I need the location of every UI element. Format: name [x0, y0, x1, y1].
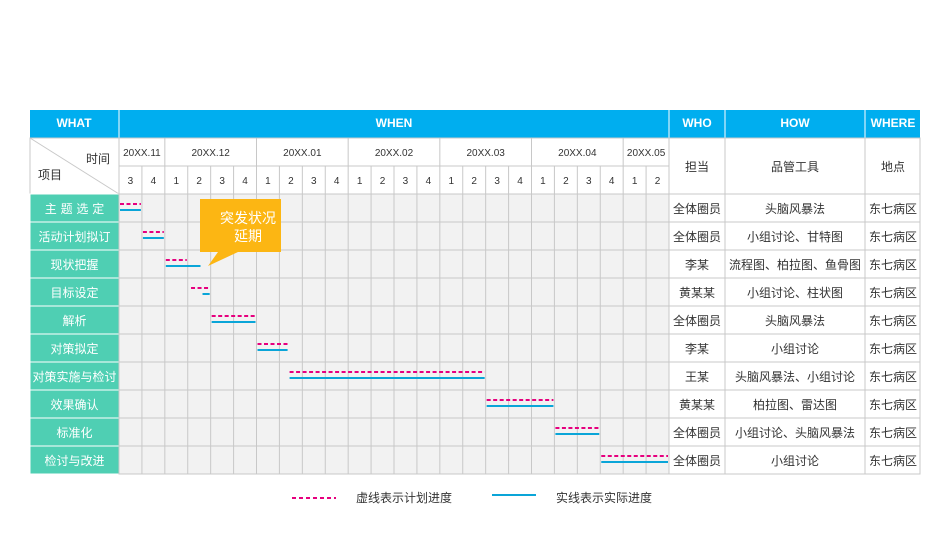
header-where: WHERE	[871, 116, 916, 130]
week-label: 3	[586, 176, 592, 187]
task-tool: 柏拉图、雷达图	[753, 397, 837, 412]
task-name: 效果确认	[50, 397, 98, 412]
week-label: 1	[449, 176, 455, 187]
header-when: WHEN	[376, 116, 413, 130]
task-place: 东七病区	[869, 257, 917, 272]
task-owner: 王某	[685, 370, 709, 384]
task-owner: 全体圈员	[673, 313, 721, 328]
tool-header: 品管工具	[771, 159, 819, 174]
task-owner: 全体圈员	[673, 229, 721, 244]
task-owner: 全体圈员	[673, 425, 721, 440]
task-name: 活动计划拟订	[38, 230, 110, 244]
week-label: 4	[242, 176, 248, 187]
week-label: 2	[380, 176, 386, 187]
week-label: 4	[517, 176, 523, 187]
task-owner: 黄某某	[679, 398, 715, 412]
item-label: 项目	[38, 168, 62, 182]
task-name: 现状把握	[50, 257, 98, 272]
task-owner: 全体圈员	[673, 201, 721, 216]
month-label: 20XX.01	[283, 148, 322, 159]
task-place: 东七病区	[869, 285, 917, 300]
callout-line1: 突发状况	[220, 211, 276, 227]
week-label: 2	[288, 176, 294, 187]
header-who: WHO	[682, 116, 711, 130]
week-label: 2	[471, 176, 477, 187]
task-name: 检讨与改进	[44, 453, 104, 468]
task-place: 东七病区	[869, 397, 917, 412]
task-place: 东七病区	[869, 201, 917, 216]
month-label: 20XX.04	[558, 148, 597, 159]
task-tool: 小组讨论、头脑风暴法	[735, 426, 855, 440]
task-owner: 黄某某	[679, 286, 715, 300]
week-label: 3	[494, 176, 500, 187]
callout-line2: 延期	[234, 229, 262, 245]
task-tool: 小组讨论	[771, 342, 819, 356]
task-name: 对策拟定	[50, 341, 98, 356]
task-owner: 李某	[685, 257, 709, 272]
week-label: 1	[174, 176, 180, 187]
place-header: 地点	[881, 160, 905, 174]
month-label: 20XX.02	[375, 148, 414, 159]
month-label: 20XX.11	[123, 148, 161, 159]
task-place: 东七病区	[869, 369, 917, 384]
legend: 虚线表示计划进度 实线表示实际进度	[292, 490, 652, 505]
task-tool: 头脑风暴法、小组讨论	[735, 370, 855, 384]
month-label: 20XX.12	[191, 148, 230, 159]
time-label: 时间	[86, 152, 110, 166]
task-place: 东七病区	[869, 453, 917, 468]
month-label: 20XX.03	[466, 148, 505, 159]
task-tool: 头脑风暴法	[765, 202, 825, 216]
week-label: 4	[609, 176, 615, 187]
task-name: 目标设定	[50, 285, 98, 300]
task-place: 东七病区	[869, 229, 917, 244]
week-label: 2	[563, 176, 569, 187]
task-name: 解析	[62, 314, 86, 328]
month-label: 20XX.05	[627, 148, 666, 159]
task-name: 标准化	[56, 426, 92, 440]
week-label: 1	[540, 176, 546, 187]
gantt-chart: WHAT WHEN WHO HOW WHERE 时间 项目 担当 品管工具 地点…	[29, 110, 921, 505]
legend-actual-label: 实线表示实际进度	[556, 490, 652, 505]
week-label: 1	[265, 176, 271, 187]
header-what: WHAT	[56, 116, 92, 130]
week-label: 4	[334, 176, 340, 187]
task-place: 东七病区	[869, 341, 917, 356]
task-owner: 全体圈员	[673, 453, 721, 468]
task-rows: 主 题 选 定全体圈员 头脑风暴法 东七病区活动计划拟订 全体圈员 小组讨论、甘特图 东七…	[29, 193, 921, 475]
task-tool: 小组讨论	[771, 454, 819, 468]
legend-plan-label: 虚线表示计划进度	[356, 490, 452, 505]
task-tool: 头脑风暴法	[765, 314, 825, 328]
week-label: 1	[632, 176, 638, 187]
task-tool: 小组讨论、甘特图	[747, 229, 843, 244]
week-label: 3	[403, 176, 409, 187]
task-place: 东七病区	[869, 313, 917, 328]
task-owner: 李某	[685, 341, 709, 356]
task-name: 对策实施与检讨	[32, 369, 116, 384]
task-tool: 小组讨论、柱状图	[747, 285, 843, 300]
task-place: 东七病区	[869, 425, 917, 440]
task-name: 主 题 选 定	[45, 201, 104, 216]
week-label: 1	[357, 176, 363, 187]
week-label: 2	[655, 176, 661, 187]
week-label: 3	[219, 176, 225, 187]
week-label: 3	[128, 176, 134, 187]
week-label: 4	[426, 176, 432, 187]
week-label: 4	[151, 176, 157, 187]
header-how: HOW	[780, 116, 810, 130]
task-tool: 流程图、柏拉图、鱼骨图	[729, 257, 861, 272]
week-label: 3	[311, 176, 317, 187]
week-label: 2	[196, 176, 202, 187]
owner-header: 担当	[685, 160, 709, 174]
